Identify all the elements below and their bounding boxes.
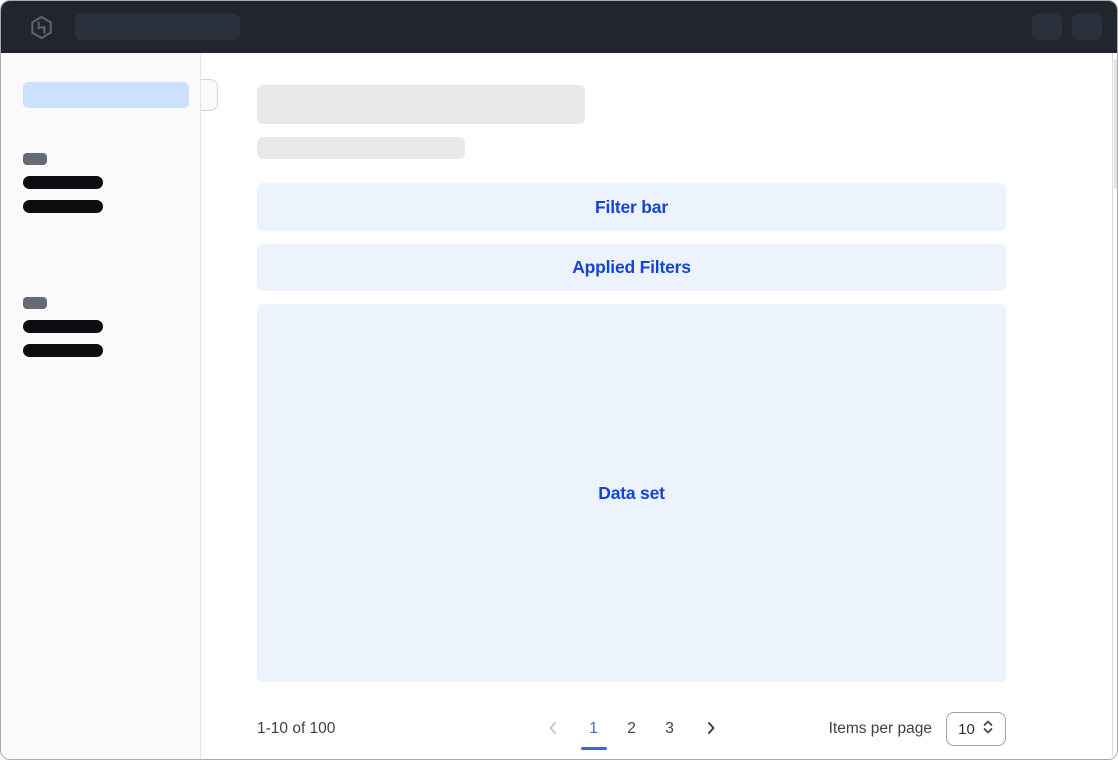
pagination-range-text: 1-10 of 100: [257, 720, 335, 738]
hashicorp-logo-icon: [29, 15, 54, 40]
account-button-placeholder[interactable]: [1072, 14, 1102, 40]
sidebar-group2-badge-skeleton: [23, 297, 47, 309]
data-set-label: Data set: [598, 483, 665, 504]
page-button-3[interactable]: 3: [655, 714, 685, 744]
applied-filters-label: Applied Filters: [572, 257, 691, 278]
filter-bar-panel: Filter bar: [257, 183, 1006, 231]
select-stepper-icon: [982, 719, 994, 740]
page-subtitle-skeleton: [257, 137, 465, 159]
scrollbar-track[interactable]: [1112, 53, 1113, 756]
prev-page-button[interactable]: [539, 715, 567, 743]
items-per-page-label: Items per page: [829, 720, 932, 738]
items-per-page-value: 10: [958, 721, 975, 738]
page-button-1[interactable]: 1: [579, 714, 609, 744]
sidebar-group1-item-skeleton: [23, 200, 103, 213]
applied-filters-panel: Applied Filters: [257, 244, 1006, 291]
sidebar-collapse-toggle[interactable]: [201, 79, 218, 111]
search-input-placeholder[interactable]: [75, 14, 240, 40]
sidebar-active-item-skeleton[interactable]: [23, 82, 189, 108]
page-button-2[interactable]: 2: [617, 714, 647, 744]
sidebar-group2-item-skeleton: [23, 320, 103, 333]
page-title-skeleton: [257, 85, 585, 124]
sidebar-group1-badge-skeleton: [23, 153, 47, 165]
sidebar-group1-item-skeleton: [23, 176, 103, 189]
scrollbar-thumb[interactable]: [1114, 59, 1117, 189]
filter-bar-label: Filter bar: [595, 197, 668, 218]
app-window: Filter bar Applied Filters Data set 1-10…: [0, 0, 1118, 760]
sidebar: [1, 53, 201, 759]
active-page-underline: [581, 747, 607, 750]
data-set-panel: Data set: [257, 304, 1006, 682]
chevron-left-icon: [545, 720, 561, 739]
items-per-page-select[interactable]: 10: [946, 712, 1006, 746]
items-per-page-group: Items per page 10: [829, 712, 1006, 746]
chevron-right-icon: [703, 720, 719, 739]
main-content: Filter bar Applied Filters Data set 1-10…: [202, 53, 1117, 759]
sidebar-group2-item-skeleton: [23, 344, 103, 357]
topbar-actions: [1032, 14, 1102, 40]
help-button-placeholder[interactable]: [1032, 14, 1062, 40]
top-nav-bar: [1, 1, 1117, 53]
pager: 1 2 3: [535, 714, 729, 744]
pagination-bar: 1-10 of 100 1 2 3: [257, 709, 1006, 749]
next-page-button[interactable]: [697, 715, 725, 743]
